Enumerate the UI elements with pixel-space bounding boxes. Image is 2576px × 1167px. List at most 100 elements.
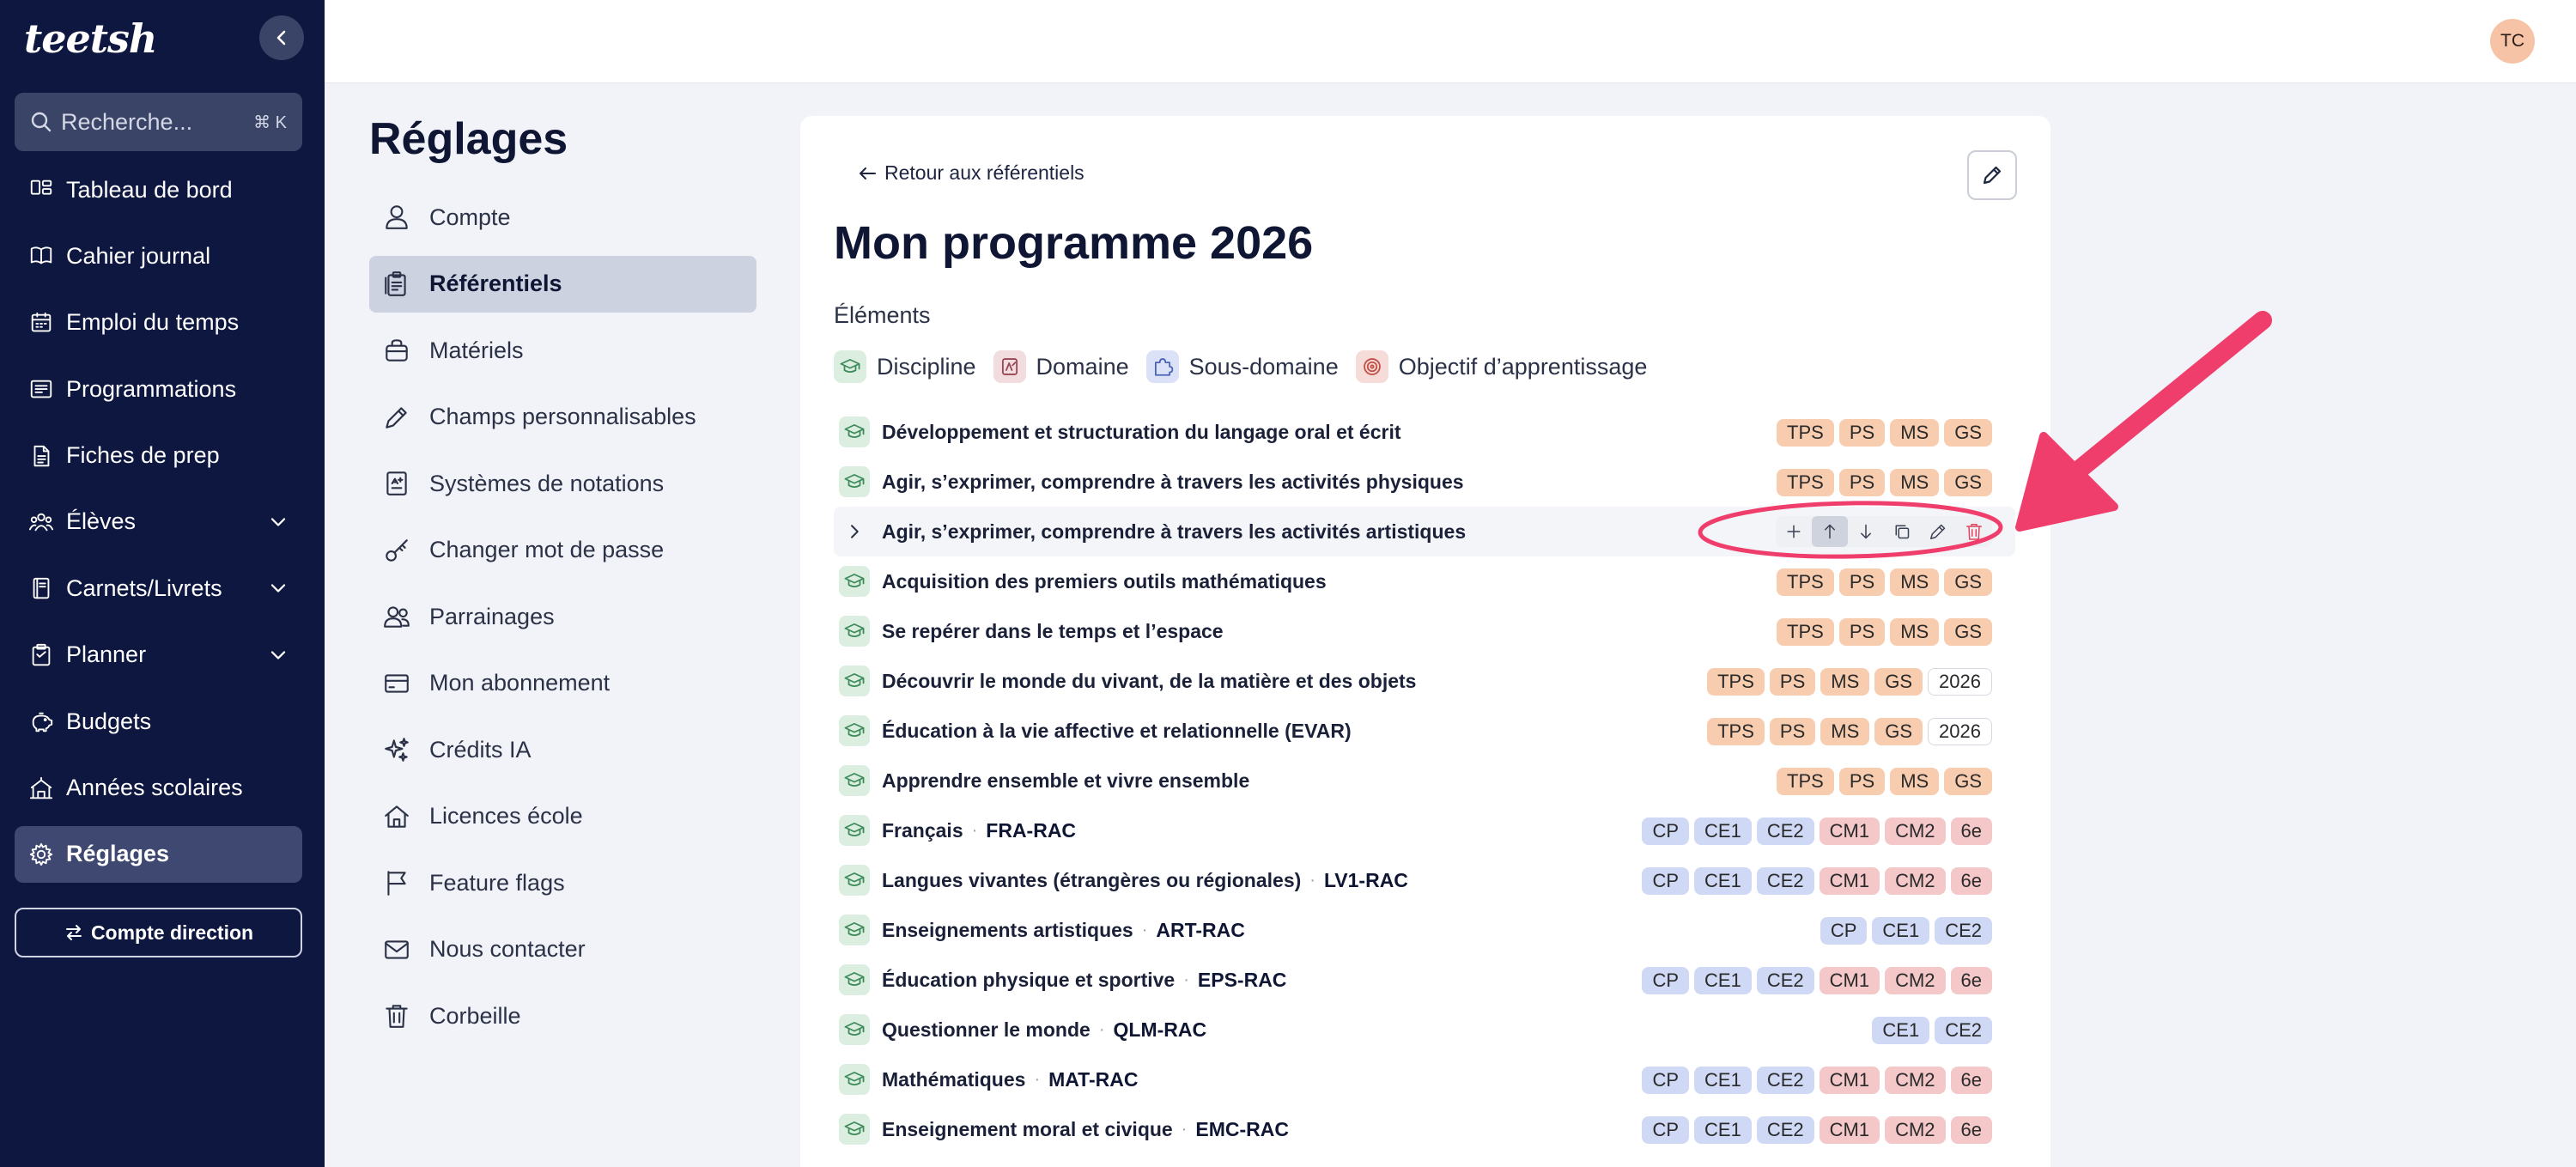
row-action-arrow-down-button[interactable]: [1848, 516, 1884, 547]
graduation-cap-icon: [844, 971, 865, 986]
graduation-cap-icon: [844, 623, 865, 637]
elements-label: Éléments: [834, 302, 931, 328]
element-code: ART-RAC: [1156, 918, 1245, 941]
sidebar-item-fiches-de-prep[interactable]: Fiches de prep: [15, 428, 302, 484]
compte-direction-button[interactable]: Compte direction: [15, 908, 302, 957]
element-row[interactable]: Français · FRA-RAC CP CE1 CE2 CM1 CM2 6e: [834, 805, 2015, 855]
mail-icon: [385, 939, 409, 959]
level-badge: CE2: [1935, 917, 1992, 945]
user-avatar[interactable]: TC: [2490, 19, 2535, 64]
element-row[interactable]: Découvrir le monde du vivant, de la mati…: [834, 656, 2015, 706]
element-name: Éducation physique et sportive: [882, 968, 1176, 991]
settings-item-materiels[interactable]: Matériels: [369, 322, 756, 379]
settings-item-corbeille[interactable]: Corbeille: [369, 988, 756, 1044]
clipboard-icon: [32, 643, 51, 666]
element-row[interactable]: Se repérer dans le temps et l’espace TPS P…: [834, 606, 2015, 656]
settings-item-credits-ia[interactable]: Crédits IA: [369, 721, 756, 778]
sidebar-item-programmations[interactable]: Programmations: [15, 361, 302, 417]
back-to-referentiels-link[interactable]: Retour aux référentiels: [857, 161, 1084, 185]
element-row[interactable]: Éducation physique et sportive · EPS-RAC CP…: [834, 955, 2015, 1005]
row-action-trash-button[interactable]: [1956, 516, 1992, 547]
sidebar-item-planner[interactable]: Planner: [15, 627, 302, 684]
app-logo[interactable]: teetsh: [24, 15, 157, 62]
settings-item-label: Parrainages: [429, 603, 555, 629]
element-row[interactable]: Questionner le monde · QLM-RAC CE1 CE2: [834, 1005, 2015, 1055]
settings-item-feature-flags[interactable]: Feature flags: [369, 854, 756, 911]
element-row[interactable]: Mathématiques · MAT-RAC CP CE1 CE2 CM1 CM2 6e: [834, 1055, 2015, 1104]
edit-referentiel-button[interactable]: [1967, 150, 2017, 200]
sidebar-item-label: Programmations: [66, 375, 237, 402]
sidebar-item-cahier-journal[interactable]: Cahier journal: [15, 228, 302, 284]
level-badges: TPS PS MS GS: [1777, 419, 1992, 447]
element-row[interactable]: Agir, s’exprimer, comprendre à travers l…: [834, 507, 2015, 556]
element-code: LV1-RAC: [1323, 868, 1408, 891]
element-row[interactable]: Acquisition des premiers outils mathémat…: [834, 556, 2015, 606]
separator-dot: ·: [1183, 969, 1189, 989]
row-action-pencil-button[interactable]: [1920, 516, 1956, 547]
row-action-plus-button[interactable]: [1776, 516, 1812, 547]
element-row[interactable]: Éducation à la vie affective et relation…: [834, 706, 2015, 756]
students-icon: [28, 513, 54, 532]
element-row[interactable]: Enseignement moral et civique · EMC-RAC CP C…: [834, 1104, 2015, 1154]
settings-item-changer-mot-de-passe[interactable]: Changer mot de passe: [369, 522, 756, 579]
pencil-icon: [1983, 166, 2002, 185]
element-name: Mathématiques: [882, 1067, 1026, 1091]
settings-item-compte[interactable]: Compte: [369, 189, 756, 246]
switch-icon: [65, 925, 82, 940]
level-badge: CP: [1642, 1116, 1690, 1144]
settings-item-systemes-de-notations[interactable]: Systèmes de notations: [369, 455, 756, 512]
level-badge: 2026: [1928, 718, 1992, 745]
settings-item-referentiels[interactable]: Référentiels: [369, 255, 756, 313]
element-code: FRA-RAC: [986, 818, 1077, 842]
sidebar-item-tableau-de-bord[interactable]: Tableau de bord: [15, 161, 302, 218]
element-row[interactable]: Développement et structuration du langag…: [834, 407, 2015, 457]
settings-item-champs-personnalisables[interactable]: Champs personnalisables: [369, 389, 756, 446]
level-badges: CP CE1 CE2: [1820, 917, 1992, 945]
legend-label: Domaine: [1036, 353, 1129, 380]
settings-item-nous-contacter[interactable]: Nous contacter: [369, 921, 756, 978]
level-badge: CP: [1642, 867, 1690, 895]
legend-label: Sous-domaine: [1188, 353, 1339, 380]
puzzle-icon: [1154, 358, 1173, 376]
chevron-left-icon: [276, 30, 286, 46]
element-row[interactable]: Enseignements artistiques · ART-RAC CP CE1 CE…: [834, 905, 2015, 955]
search-bar[interactable]: Recherche... ⌘ K: [15, 93, 302, 151]
school-icon: [29, 776, 53, 799]
settings-item-licences-ecole[interactable]: Licences école: [369, 788, 756, 845]
element-types-legend: Discipline Domaine Sous-domaine Objectif d’…: [834, 350, 1664, 383]
level-badge: CM1: [1819, 818, 1880, 845]
collapse-sidebar-button[interactable]: [259, 15, 304, 60]
sidebar-item-budgets[interactable]: Budgets: [15, 693, 302, 750]
sidebar-item-eleves[interactable]: Élèves: [15, 494, 302, 550]
element-row[interactable]: Agir, s’exprimer, comprendre à travers l…: [834, 457, 2015, 507]
sidebar-item-label: Fiches de prep: [66, 442, 220, 469]
expand-toggle[interactable]: [839, 516, 870, 547]
level-badge: CE2: [1756, 967, 1814, 994]
sidebar-item-reglages[interactable]: Réglages: [15, 825, 302, 883]
separator-dot: ·: [1309, 870, 1315, 890]
level-badges: CP CE1 CE2 CM1 CM2 6e: [1642, 967, 1992, 994]
level-badge: CE2: [1756, 818, 1814, 845]
level-badge: CP: [1642, 967, 1690, 994]
domain-icon: [1001, 358, 1018, 375]
graduation-cap-icon: [844, 473, 865, 488]
settings-item-parrainages[interactable]: Parrainages: [369, 588, 756, 645]
element-name: Apprendre ensemble et vivre ensemble: [882, 769, 1250, 792]
sidebar-item-emploi-du-temps[interactable]: Emploi du temps: [15, 295, 302, 351]
legend-objectif-d-apprentissage: Objectif d’apprentissage: [1355, 350, 1647, 383]
element-name: Découvrir le monde du vivant, de la mati…: [882, 669, 1417, 692]
settings-item-mon-abonnement[interactable]: Mon abonnement: [369, 655, 756, 712]
level-badge: 6e: [1950, 1067, 1992, 1094]
element-row[interactable]: Apprendre ensemble et vivre ensemble TPS P…: [834, 756, 2015, 805]
level-badges: TPS PS MS GS: [1777, 469, 1992, 496]
row-action-arrow-up-button[interactable]: [1812, 516, 1848, 547]
level-badge: CE2: [1756, 867, 1814, 895]
level-badge: CM2: [1885, 967, 1946, 994]
sidebar-item-carnets-livrets[interactable]: Carnets/Livrets: [15, 560, 302, 617]
settings-title: Réglages: [369, 114, 568, 164]
row-action-copy-button[interactable]: [1884, 516, 1920, 547]
level-badge: PS: [1838, 618, 1886, 646]
element-row[interactable]: Langues vivantes (étrangères ou régional…: [834, 855, 2015, 905]
level-badge: CM2: [1885, 1116, 1946, 1144]
sidebar-item-annees-scolaires[interactable]: Années scolaires: [15, 760, 302, 817]
